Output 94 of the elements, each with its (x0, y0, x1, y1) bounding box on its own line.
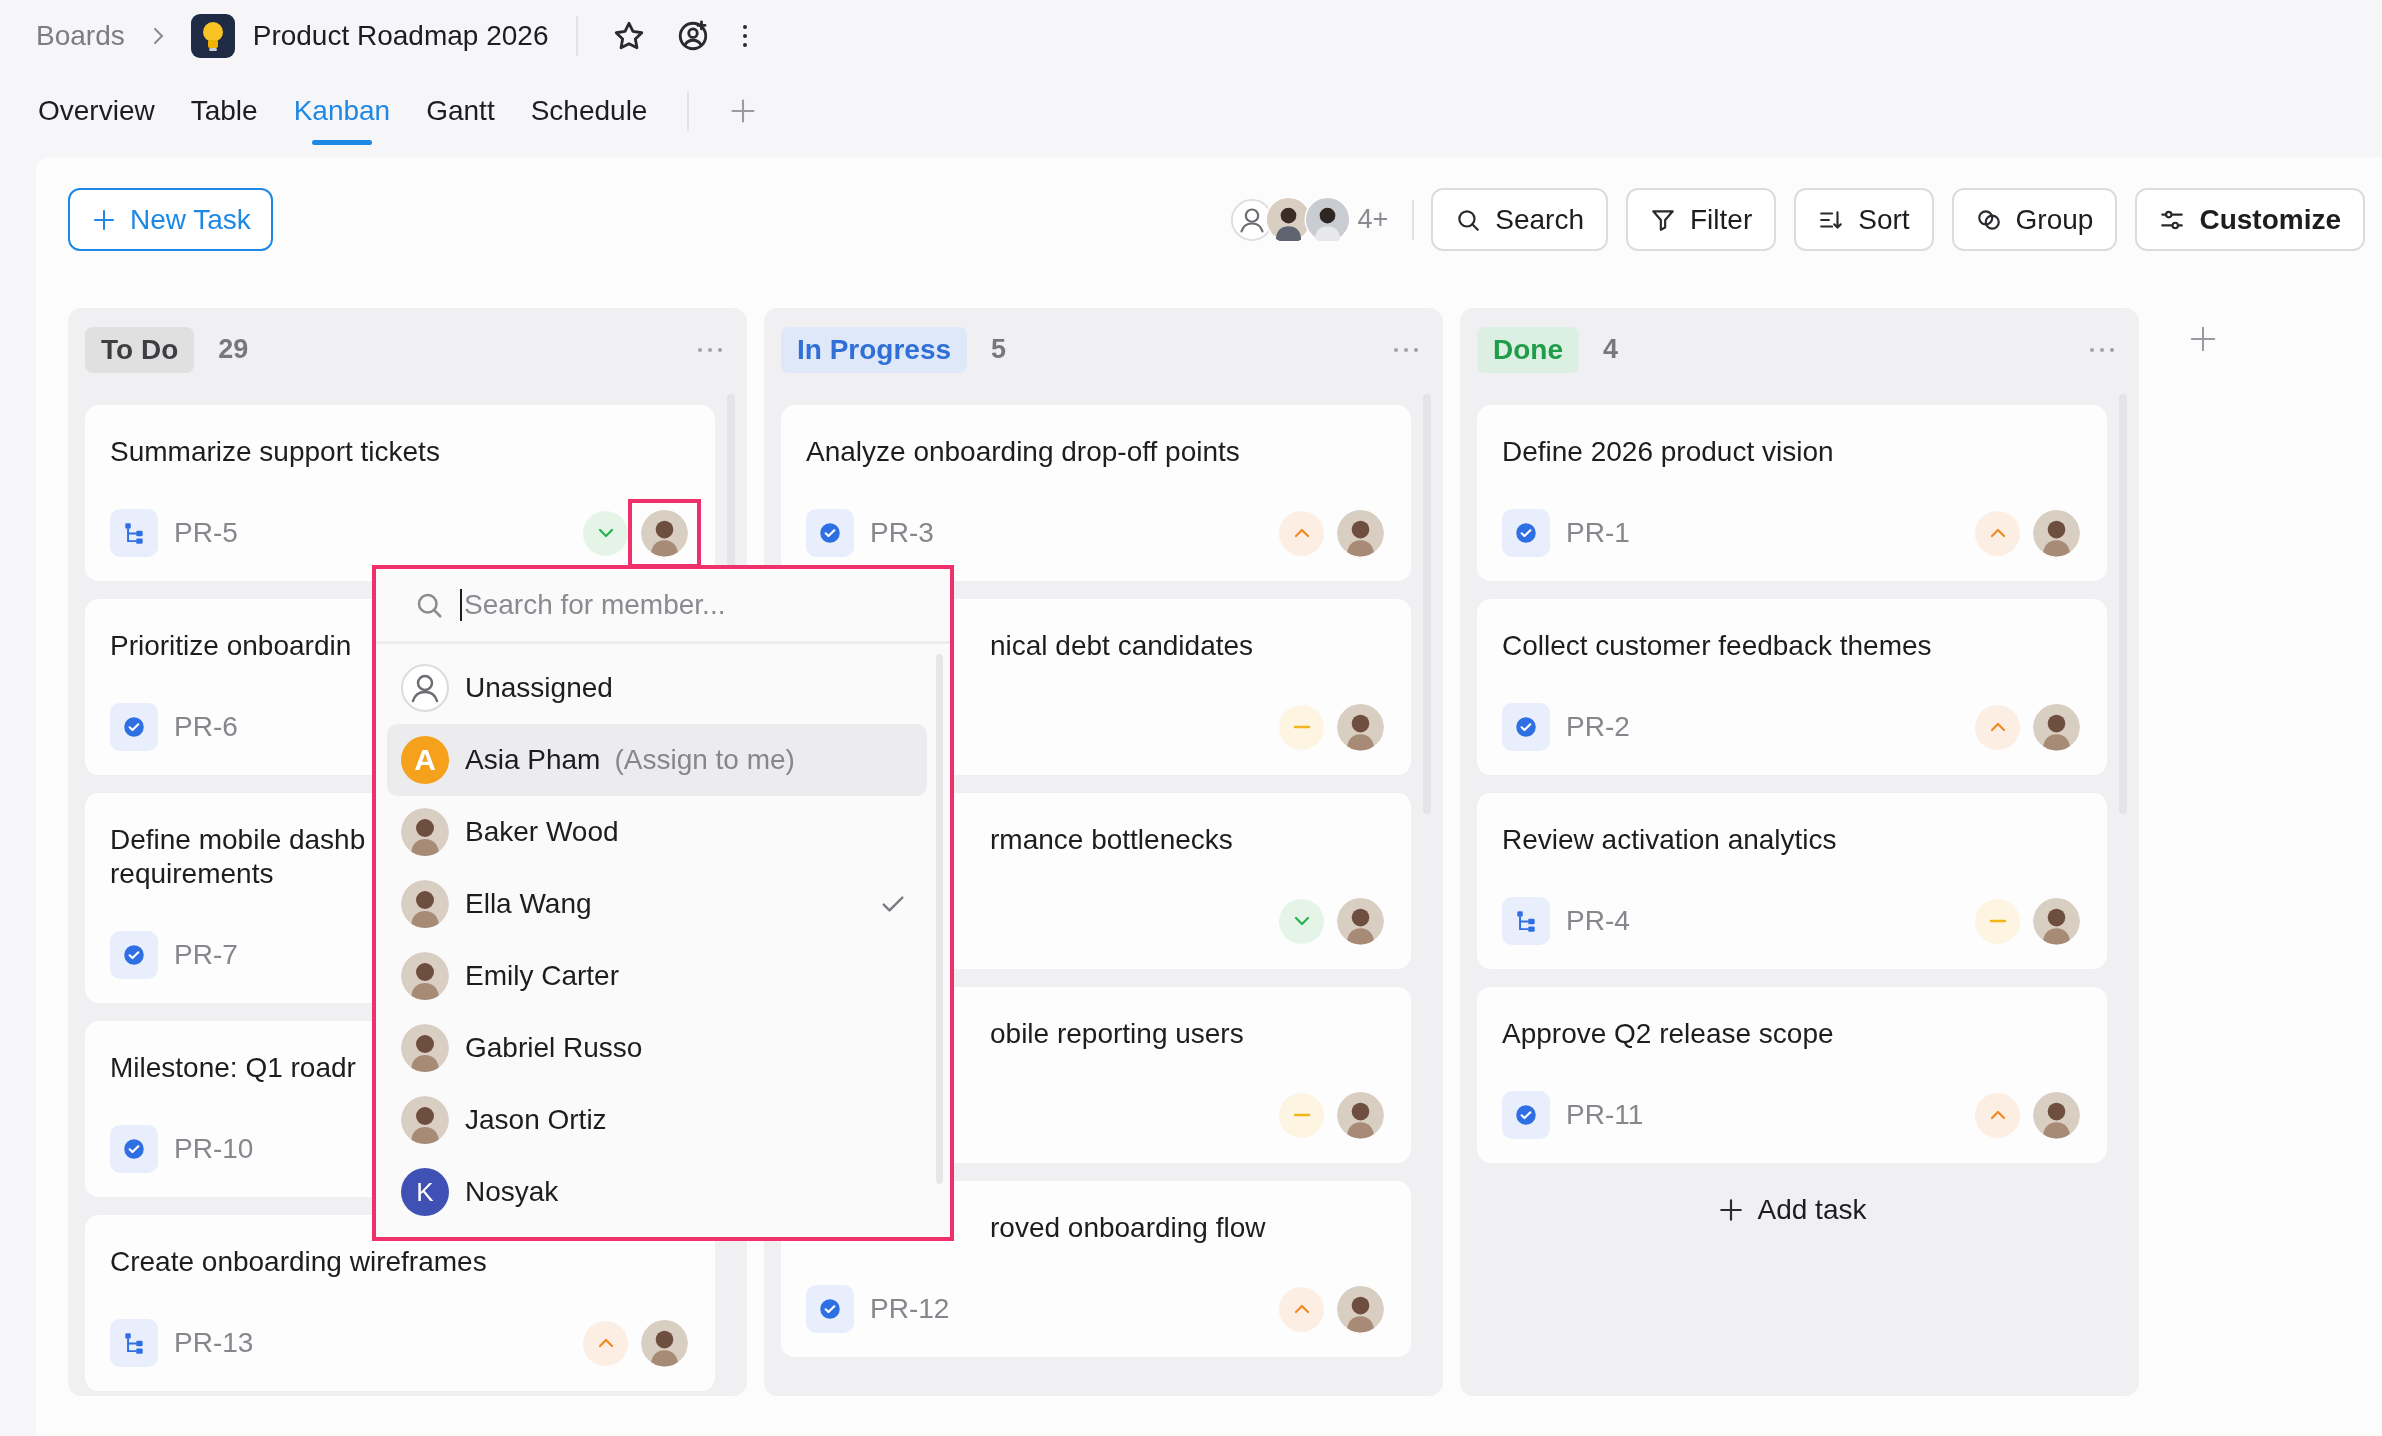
view-tab[interactable]: Gantt (426, 72, 495, 150)
member-name: Emily Carter (465, 960, 619, 992)
member-name: Unassigned (465, 672, 613, 704)
breadcrumb-link[interactable]: Boards (36, 20, 125, 52)
group-button[interactable]: Group (1951, 188, 2118, 251)
task-card[interactable]: Create onboarding wireframes PR-13 (85, 1215, 715, 1391)
checked-circle-icon (1513, 1102, 1539, 1128)
avatar-initial: K (401, 1168, 449, 1216)
task-id: PR-7 (174, 939, 238, 971)
task-id: PR-4 (1566, 905, 1630, 937)
task-title: Define mobile dashb requirements (110, 823, 366, 891)
task-card[interactable]: Review activation analytics PR-4 (1477, 793, 2107, 969)
member-name: Nosyak (465, 1176, 559, 1208)
task-id: PR-5 (174, 517, 238, 549)
task-title: Milestone: Q1 roadr (110, 1051, 356, 1085)
board-title: Product Roadmap 2026 (252, 20, 549, 52)
chevron-up-icon[interactable] (583, 1320, 628, 1366)
customize-button[interactable]: Customize (2135, 188, 2365, 251)
checked-circle-icon (817, 520, 843, 546)
task-card[interactable]: Approve Q2 release scope PR-11 (1477, 987, 2107, 1163)
card-count: 4 (1603, 334, 1619, 365)
task-title: obile reporting users (990, 1017, 1244, 1051)
task-card[interactable]: Define 2026 product vision PR-1 (1477, 405, 2107, 581)
checked-circle-icon (1513, 520, 1539, 546)
lightbulb-icon (190, 14, 235, 58)
search-button[interactable]: Search (1431, 188, 1608, 251)
plus-icon (1717, 1197, 1744, 1223)
task-title: nical debt candidates (990, 629, 1254, 663)
checked-circle-icon (121, 1136, 147, 1162)
task-id: PR-10 (174, 1133, 254, 1165)
task-id: PR-1 (1566, 517, 1630, 549)
plus-icon (92, 207, 116, 232)
new-task-button[interactable]: New Task (68, 188, 273, 251)
member-name: Ella Wang (465, 888, 592, 920)
task-title: Collect customer feedback themes (1502, 629, 1932, 663)
task-title: Approve Q2 release scope (1502, 1017, 1834, 1051)
task-card[interactable]: Collect customer feedback themes PR-2 (1477, 599, 2107, 775)
dash-icon[interactable] (1279, 1092, 1324, 1138)
task-id: PR-6 (174, 711, 238, 743)
checked-circle-icon (1513, 714, 1539, 740)
dash-icon[interactable] (1975, 898, 2020, 944)
checked-circle-icon (817, 1296, 843, 1322)
avatar (401, 1096, 449, 1144)
column-title: Done (1477, 326, 1579, 373)
task-id: PR-3 (870, 517, 934, 549)
member-name: Gabriel Russo (465, 1032, 643, 1064)
chevron-up-icon[interactable] (1975, 704, 2020, 750)
task-title: roved onboarding flow (990, 1211, 1266, 1245)
task-id: PR-13 (174, 1327, 254, 1359)
task-card[interactable]: Summarize support tickets PR-5 (85, 405, 715, 581)
task-card[interactable]: Analyze onboarding drop-off points PR-3 (781, 405, 1411, 581)
avatar (401, 952, 449, 1000)
chevron-down-icon[interactable] (583, 510, 628, 556)
avatar (1304, 196, 1352, 243)
chevron-up-icon[interactable] (1279, 1286, 1324, 1332)
task-card[interactable]: roved onboarding flow PR-12 (781, 1181, 1411, 1357)
avatar (401, 1024, 449, 1072)
member-name: Baker Wood (465, 816, 619, 848)
dash-icon[interactable] (1279, 704, 1324, 750)
member-option[interactable]: A Asia Pham (Assign to me) (387, 724, 927, 796)
chevron-up-icon[interactable] (1279, 510, 1324, 556)
task-title: Create onboarding wireframes (110, 1245, 487, 1279)
task-title: Prioritize onboardin (110, 629, 352, 663)
avatar (401, 808, 449, 856)
sort-button[interactable]: Sort (1794, 188, 1934, 251)
unassigned-avatar-icon (401, 664, 449, 712)
add-column-icon[interactable] (2188, 324, 2218, 354)
member-name: Asia Pham (465, 744, 601, 776)
chevron-up-icon[interactable] (1975, 510, 2020, 556)
view-tab[interactable]: Table (190, 72, 258, 150)
member-search-field[interactable]: Search for member... (460, 589, 904, 621)
task-title: rmance bottlenecks (990, 823, 1233, 857)
task-title: Review activation analytics (1502, 823, 1837, 857)
column-title: In Progress (781, 326, 968, 373)
column-title: To Do (85, 326, 195, 373)
task-title: Define 2026 product vision (1502, 435, 1834, 469)
add-task-button[interactable]: Add task (1477, 1193, 2107, 1227)
task-id: PR-2 (1566, 711, 1630, 743)
checked-circle-icon (121, 942, 147, 968)
card-count: 29 (218, 334, 249, 365)
chevron-up-icon[interactable] (1975, 1092, 2020, 1138)
filter-button[interactable]: Filter (1626, 188, 1777, 251)
task-title: Analyze onboarding drop-off points (806, 435, 1240, 469)
task-title: Summarize support tickets (110, 435, 440, 469)
task-id: PR-11 (1566, 1099, 1644, 1131)
task-id: PR-12 (870, 1293, 950, 1325)
card-count: 5 (991, 334, 1007, 365)
member-name: Jason Ortiz (465, 1104, 607, 1136)
view-tab[interactable]: Overview (38, 72, 155, 150)
avatar (401, 880, 449, 928)
checked-circle-icon (121, 714, 147, 740)
chevron-down-icon[interactable] (1279, 898, 1324, 944)
view-tab[interactable]: Schedule (530, 72, 648, 150)
avatar-initial: A (401, 736, 449, 784)
